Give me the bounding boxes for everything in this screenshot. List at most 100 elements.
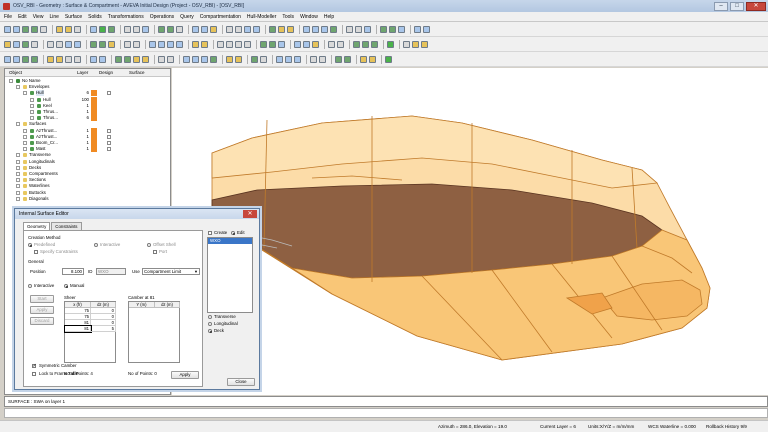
- tree-item[interactable]: Compartments: [5, 171, 170, 177]
- tool-icon[interactable]: [90, 25, 97, 33]
- expand-toggle-icon[interactable]: [23, 147, 27, 152]
- tool-icon[interactable]: [4, 40, 11, 48]
- tool-icon[interactable]: [13, 55, 20, 63]
- tool-icon[interactable]: [389, 25, 396, 33]
- tool-icon[interactable]: [210, 25, 217, 33]
- tool-icon[interactable]: [235, 55, 242, 63]
- lock-frame-checkbox[interactable]: [32, 372, 36, 376]
- header-object[interactable]: Object: [9, 69, 22, 77]
- tool-icon[interactable]: [287, 25, 294, 33]
- design-checkbox[interactable]: [107, 128, 111, 133]
- tool-icon[interactable]: [4, 55, 11, 63]
- expand-toggle-icon[interactable]: [16, 196, 20, 201]
- tool-icon[interactable]: [108, 25, 115, 33]
- tool-icon[interactable]: [330, 25, 337, 33]
- tool-icon[interactable]: [244, 40, 251, 48]
- expand-toggle-icon[interactable]: [23, 134, 27, 139]
- tool-icon[interactable]: [355, 25, 362, 33]
- tool-icon[interactable]: [99, 40, 106, 48]
- table-cell[interactable]: 5: [91, 326, 116, 332]
- expand-toggle-icon[interactable]: [16, 153, 20, 158]
- expand-toggle-icon[interactable]: [30, 116, 34, 121]
- tool-icon[interactable]: [158, 25, 165, 33]
- tool-icon[interactable]: [65, 40, 72, 48]
- tool-icon[interactable]: [192, 55, 199, 63]
- tree-item[interactable]: AzThrust... 1: [5, 133, 170, 140]
- design-checkbox[interactable]: [107, 91, 111, 96]
- offset-shell-radio[interactable]: [147, 243, 151, 247]
- position-input[interactable]: 8.100: [62, 268, 84, 275]
- tool-icon[interactable]: [269, 25, 276, 33]
- tree-item[interactable]: No Name: [5, 78, 170, 84]
- expand-toggle-icon[interactable]: [16, 165, 20, 170]
- tool-icon[interactable]: [303, 40, 310, 48]
- apply-small-button[interactable]: Apply: [30, 306, 54, 314]
- tree-item[interactable]: AzThrust... 1: [5, 127, 170, 134]
- tool-icon[interactable]: [124, 40, 131, 48]
- layer-color-swatch[interactable]: [91, 90, 97, 97]
- tool-icon[interactable]: [65, 55, 72, 63]
- manual-radio[interactable]: [64, 284, 68, 288]
- tool-icon[interactable]: [244, 25, 251, 33]
- tool-icon[interactable]: [40, 25, 47, 33]
- tool-icon[interactable]: [74, 40, 81, 48]
- tool-icon[interactable]: [167, 25, 174, 33]
- interactive-creation-radio[interactable]: [94, 243, 98, 247]
- tool-icon[interactable]: [337, 40, 344, 48]
- menu-view[interactable]: View: [33, 14, 44, 20]
- layer-color-swatch[interactable]: [91, 140, 97, 146]
- tool-icon[interactable]: [158, 40, 165, 48]
- menu-window[interactable]: Window: [300, 14, 318, 20]
- tool-icon[interactable]: [253, 25, 260, 33]
- maximize-button[interactable]: □: [730, 1, 744, 11]
- tree-item[interactable]: Boom_Cr... 1: [5, 140, 170, 146]
- tool-icon[interactable]: [421, 40, 428, 48]
- tool-icon[interactable]: [312, 25, 319, 33]
- tool-icon[interactable]: [269, 40, 276, 48]
- tool-icon[interactable]: [319, 55, 326, 63]
- expand-toggle-icon[interactable]: [9, 79, 13, 83]
- expand-toggle-icon[interactable]: [16, 178, 20, 183]
- tool-icon[interactable]: [364, 25, 371, 33]
- expand-toggle-icon[interactable]: [16, 159, 20, 164]
- tool-icon[interactable]: [65, 25, 72, 33]
- start-button[interactable]: Start: [30, 295, 54, 303]
- tool-icon[interactable]: [142, 55, 149, 63]
- tool-icon[interactable]: [360, 55, 367, 63]
- interactive-radio[interactable]: [28, 284, 32, 288]
- tool-icon[interactable]: [226, 55, 233, 63]
- tool-icon[interactable]: [294, 40, 301, 48]
- tree-item[interactable]: Waterlines: [5, 183, 170, 189]
- tool-icon[interactable]: [133, 55, 140, 63]
- port-checkbox[interactable]: [153, 250, 157, 254]
- tool-icon[interactable]: [303, 25, 310, 33]
- layer-color-swatch[interactable]: [91, 127, 97, 134]
- 3d-viewport[interactable]: [172, 68, 768, 395]
- tool-icon[interactable]: [398, 25, 405, 33]
- tool-icon[interactable]: [321, 25, 328, 33]
- list-item[interactable]: WXO: [208, 238, 252, 244]
- tab-geometry[interactable]: Geometry: [23, 222, 51, 230]
- tool-icon[interactable]: [335, 55, 342, 63]
- tool-icon[interactable]: [108, 40, 115, 48]
- tool-icon[interactable]: [167, 40, 174, 48]
- tool-icon[interactable]: [192, 25, 199, 33]
- menu-transformations[interactable]: Transformations: [108, 14, 144, 20]
- tool-icon[interactable]: [4, 25, 11, 33]
- tool-icon[interactable]: [328, 40, 335, 48]
- tool-icon[interactable]: [99, 25, 106, 33]
- expand-toggle-icon[interactable]: [16, 122, 20, 127]
- camber-table[interactable]: Y (m) dz (m): [128, 301, 180, 363]
- header-layer[interactable]: Layer: [77, 69, 88, 77]
- tool-icon[interactable]: [312, 40, 319, 48]
- symmetric-camber-checkbox[interactable]: [32, 363, 37, 369]
- tree-item[interactable]: Hull 6: [5, 90, 170, 97]
- tree-item[interactable]: Longitudinals: [5, 159, 170, 165]
- tree-item[interactable]: Envelopes: [5, 84, 170, 90]
- tool-icon[interactable]: [412, 40, 419, 48]
- table-cell[interactable]: 81: [64, 325, 92, 333]
- apply-button[interactable]: Apply: [171, 371, 199, 379]
- tree-item[interactable]: Keel 1: [5, 102, 170, 109]
- deck-radio[interactable]: [208, 329, 212, 333]
- tool-icon[interactable]: [31, 40, 38, 48]
